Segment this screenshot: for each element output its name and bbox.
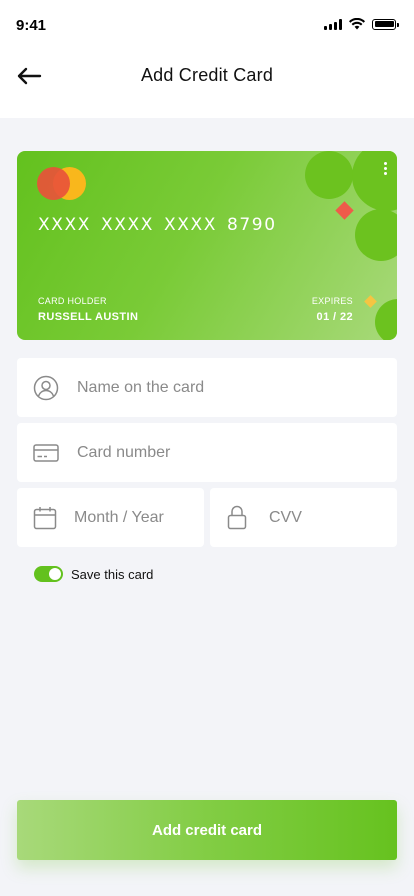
card-number-field[interactable]	[17, 423, 397, 482]
card-decoration-diamond	[364, 295, 377, 308]
expiry-date-field[interactable]	[17, 488, 204, 547]
name-on-card-input[interactable]	[77, 378, 397, 397]
card-decoration	[355, 209, 397, 261]
cvv-field[interactable]	[210, 488, 397, 547]
card-number-input[interactable]	[77, 443, 397, 462]
card-holder-name: RUSSELL AUSTIN	[38, 311, 139, 323]
name-on-card-field[interactable]	[17, 358, 397, 417]
save-card-row: Save this card	[34, 566, 153, 582]
card-expires-value: 01 / 22	[316, 311, 353, 323]
save-card-label: Save this card	[71, 566, 154, 582]
save-card-toggle[interactable]	[34, 566, 63, 582]
card-decoration	[352, 151, 397, 211]
cvv-input[interactable]	[269, 508, 397, 527]
card-number-display: XXXX XXXX XXXX 8790	[38, 215, 277, 235]
card-decoration	[305, 151, 353, 199]
status-time: 9:41	[16, 17, 47, 34]
card-expires-label: EXPIRES	[311, 296, 353, 306]
card-holder-label: CARD HOLDER	[38, 296, 107, 306]
calendar-icon	[33, 506, 57, 530]
more-vertical-icon[interactable]	[384, 162, 388, 175]
page-title: Add Credit Card	[140, 65, 274, 85]
card-decoration	[375, 299, 397, 340]
battery-icon	[372, 18, 399, 30]
cellular-signal-icon	[324, 18, 342, 30]
wifi-icon	[349, 18, 365, 30]
user-icon	[33, 375, 59, 401]
mastercard-logo-icon	[37, 167, 99, 201]
status-icons	[324, 18, 399, 30]
toggle-knob	[49, 568, 61, 580]
credit-card-preview: XXXX XXXX XXXX 8790 CARD HOLDER RUSSELL …	[17, 151, 397, 340]
card-decoration-diamond	[335, 201, 354, 220]
top-bar: 9:41 Add Credit Card	[0, 0, 414, 118]
lock-icon	[227, 505, 247, 530]
add-credit-card-button[interactable]: Add credit card	[17, 800, 397, 860]
expiry-date-input[interactable]	[74, 508, 204, 527]
credit-card-icon	[33, 443, 59, 463]
